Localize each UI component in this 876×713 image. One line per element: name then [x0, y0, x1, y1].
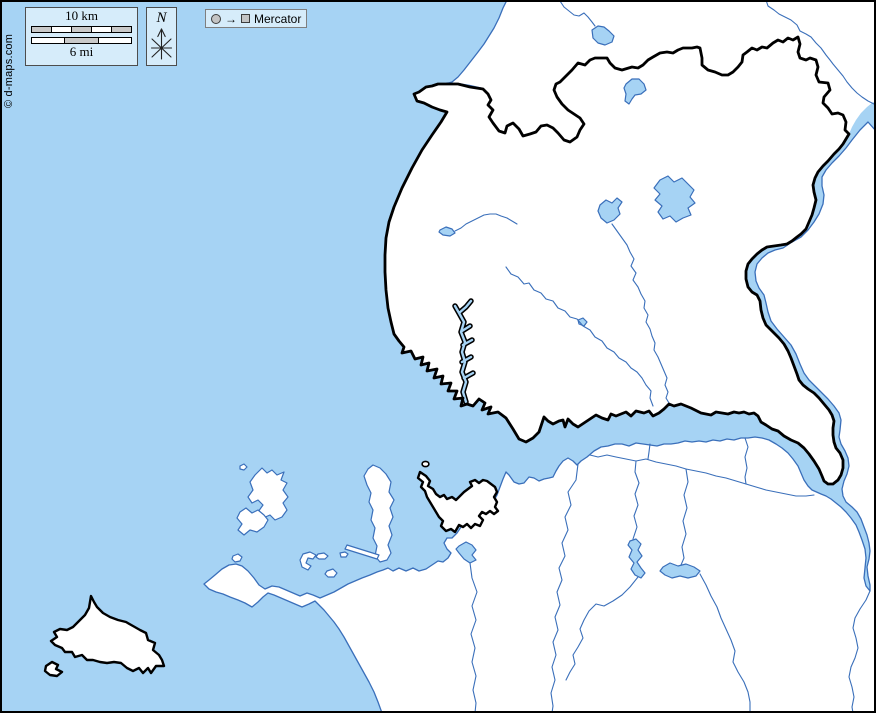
stream — [506, 267, 653, 406]
lake — [592, 26, 614, 45]
scale-bar-mi — [31, 37, 132, 44]
stream — [681, 469, 688, 565]
stream — [633, 461, 639, 539]
compass-panel: N — [146, 7, 177, 66]
islet — [422, 461, 429, 466]
lake — [624, 79, 646, 104]
scale-segment — [111, 27, 131, 32]
stream — [766, 0, 874, 104]
marsh-channel — [590, 455, 814, 496]
scale-segment — [64, 38, 97, 43]
copyright-credit: © d-maps.com — [3, 34, 15, 108]
projection-panel: → Mercator — [205, 9, 307, 28]
scale-bar-panel: 10 km 6 mi — [25, 7, 138, 66]
stream — [470, 563, 477, 713]
scale-segment — [32, 38, 64, 43]
sea-water — [0, 0, 876, 713]
circle-icon — [211, 14, 221, 24]
ria-inlet — [455, 301, 473, 402]
scale-segment — [32, 27, 51, 32]
stream — [455, 214, 517, 231]
scale-km-label: 10 km — [26, 9, 137, 24]
ribbon-lake — [660, 563, 700, 578]
projection-name: Mercator — [254, 12, 301, 26]
stream — [560, 1, 595, 26]
scale-segment — [71, 27, 91, 32]
square-icon — [241, 14, 250, 23]
scale-segment — [51, 27, 71, 32]
scale-bar-km — [31, 26, 132, 33]
lake — [598, 198, 622, 223]
north-star-arrow-icon — [149, 27, 174, 61]
north-label: N — [147, 10, 176, 27]
arrow-right-icon: → — [225, 13, 237, 25]
stream — [551, 464, 578, 713]
stream — [566, 577, 638, 680]
stream — [700, 574, 750, 713]
streams — [455, 0, 874, 713]
ribbon-lake — [628, 539, 645, 578]
stream — [849, 591, 870, 713]
skerry — [340, 552, 348, 557]
islet — [232, 554, 242, 562]
river-mouth-pool — [456, 542, 476, 563]
stream — [745, 438, 748, 484]
scale-segment — [91, 27, 111, 32]
scale-segment — [98, 38, 131, 43]
outline-map-canvas — [0, 0, 876, 713]
pond — [439, 227, 455, 236]
lake — [654, 176, 695, 222]
stream — [648, 444, 650, 459]
scale-mi-label: 6 mi — [26, 45, 137, 60]
